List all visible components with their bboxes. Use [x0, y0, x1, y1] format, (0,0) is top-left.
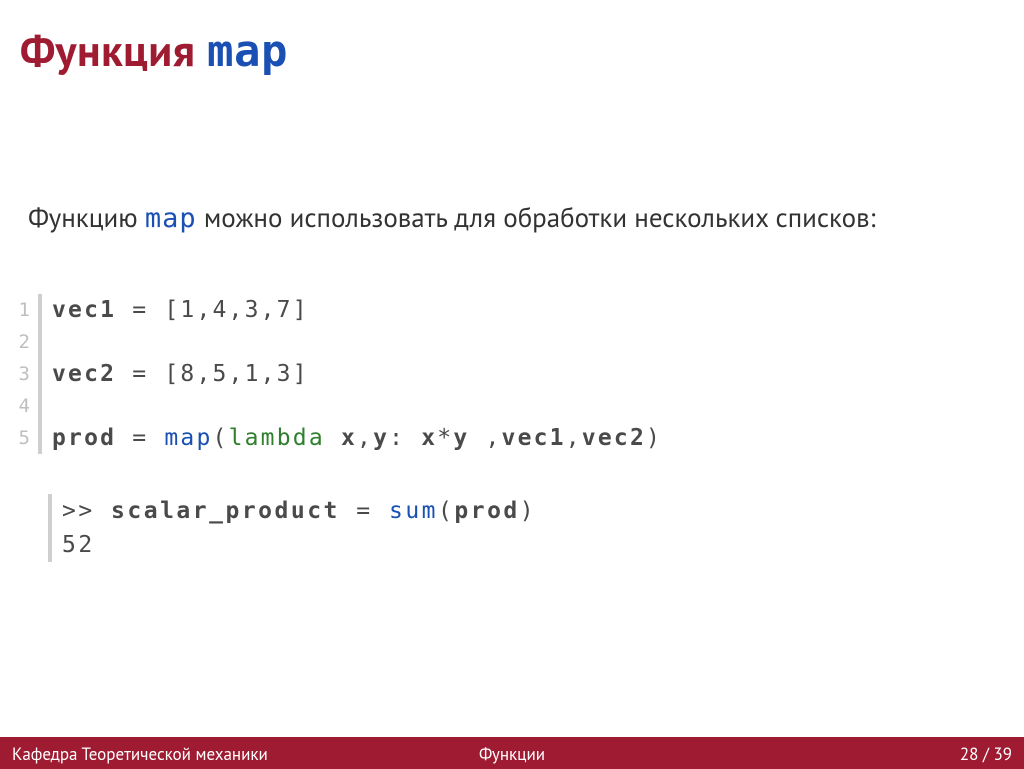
title-mono: map [207, 26, 288, 77]
slide-title: Функция map [20, 22, 288, 79]
gutter [38, 358, 42, 390]
identifier: prod [454, 498, 519, 524]
identifier: x [341, 425, 357, 451]
prompt: >> [62, 498, 111, 524]
title-text: Функция [20, 22, 195, 79]
code-text: = [116, 425, 164, 451]
code-text: = [8,5,1,3] [116, 361, 309, 387]
code-content: prod = map(lambda x,y: x*y ,vec1,vec2) [52, 422, 1004, 454]
code-content [52, 390, 1004, 422]
kw-lambda: lambda [229, 425, 325, 451]
gutter [38, 326, 42, 358]
identifier: y [453, 425, 469, 451]
slide: Функция map Функцию map можно использова… [0, 0, 1024, 769]
code-line-3: 3 vec2 = [8,5,1,3] [14, 358, 1004, 390]
line-number: 4 [14, 390, 34, 422]
code-line-2: 2 [14, 326, 1004, 358]
code-content: vec1 = [1,4,3,7] [52, 294, 1004, 326]
code-line-4: 4 [14, 390, 1004, 422]
identifier: scalar_product [111, 498, 340, 524]
identifier: vec1 [52, 297, 116, 323]
code-text: = [1,4,3,7] [116, 297, 309, 323]
code-text: : [389, 425, 421, 451]
footer-right: 28 / 39 [960, 743, 1012, 765]
code-text: , [469, 425, 501, 451]
line-number: 2 [14, 326, 34, 358]
identifier: x [421, 425, 437, 451]
code-text [325, 425, 341, 451]
code-text: , [566, 425, 582, 451]
identifier: y [373, 425, 389, 451]
code-text: ( [438, 498, 454, 524]
gutter [38, 422, 42, 454]
code-text: * [437, 425, 453, 451]
code-line-1: 1 vec1 = [1,4,3,7] [14, 294, 1004, 326]
output-line-1: >> scalar_product = sum(prod) [62, 494, 536, 528]
line-number: 1 [14, 294, 34, 326]
intro-before: Функцию [28, 201, 145, 235]
footer-mid: Функции [0, 743, 1024, 765]
intro-mono: map [145, 203, 197, 234]
intro-after: можно использовать для обработки несколь… [197, 201, 876, 235]
output-line-2: 52 [62, 528, 536, 562]
code-text: , [357, 425, 373, 451]
code-content: vec2 = [8,5,1,3] [52, 358, 1004, 390]
code-text: ) [520, 498, 536, 524]
code-block: 1 vec1 = [1,4,3,7] 2 3 vec2 = [8,5,1,3] … [14, 294, 1004, 454]
identifier: prod [52, 425, 116, 451]
output-block: >> scalar_product = sum(prod) 52 [48, 494, 536, 562]
code-content [52, 326, 1004, 358]
identifier: vec2 [582, 425, 646, 451]
identifier: vec2 [52, 361, 116, 387]
identifier: vec1 [502, 425, 566, 451]
code-line-5: 5 prod = map(lambda x,y: x*y ,vec1,vec2) [14, 422, 1004, 454]
fn-map: map [164, 425, 212, 451]
line-number: 3 [14, 358, 34, 390]
code-text: ( [213, 425, 229, 451]
footer-bar: Кафедра Теоретической механики Функции 2… [0, 737, 1024, 769]
gutter [38, 294, 42, 326]
code-text: ) [646, 425, 662, 451]
fn-sum: sum [389, 498, 438, 524]
line-number: 5 [14, 422, 34, 454]
code-text: = [340, 498, 389, 524]
gutter [38, 390, 42, 422]
intro-paragraph: Функцию map можно использовать для обраб… [28, 200, 988, 238]
